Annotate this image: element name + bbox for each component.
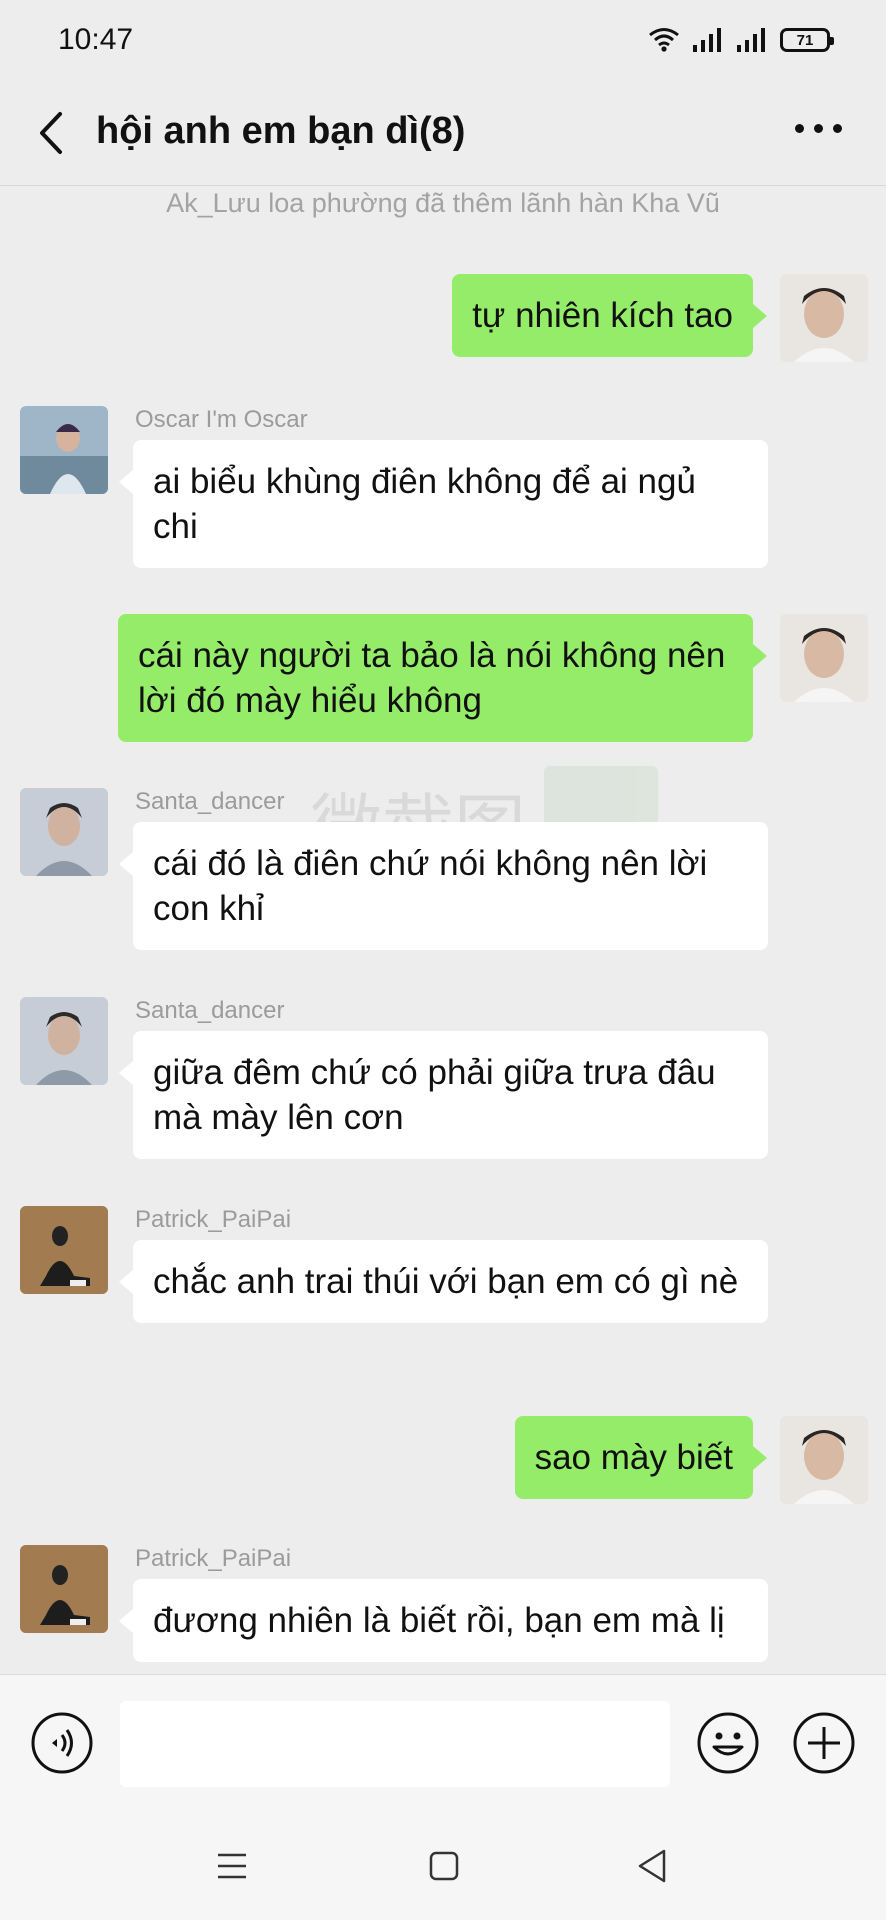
- emoji-icon[interactable]: [696, 1711, 760, 1775]
- wifi-icon: [649, 28, 679, 52]
- system-message: Ak_Lưu loa phường đã thêm lãnh hàn Kha V…: [166, 188, 720, 218]
- status-icons: 71: [648, 27, 834, 53]
- status-bar: 10:47 71: [0, 0, 886, 80]
- menu-icon[interactable]: [216, 1850, 248, 1882]
- battery-icon: 71: [780, 28, 834, 52]
- chat-area[interactable]: Ak_Lưu loa phường đã thêm lãnh hàn Kha V…: [0, 186, 886, 1674]
- voice-icon[interactable]: [30, 1711, 94, 1775]
- message-bubble[interactable]: chắc anh trai thúi với bạn em có gì nè: [119, 1240, 768, 1323]
- system-nav-bar: [0, 1814, 886, 1920]
- battery-level: 71: [796, 31, 814, 49]
- input-bar: [0, 1674, 886, 1814]
- message-bubble[interactable]: cái này người ta bảo là nói không nên lờ…: [118, 614, 767, 742]
- signal-icon: [737, 28, 765, 52]
- chevron-left-icon[interactable]: [36, 110, 66, 156]
- chat-header: hội anh em bạn dì(8): [0, 80, 886, 186]
- status-time: 10:47: [58, 23, 134, 56]
- avatar[interactable]: [780, 614, 868, 702]
- signal-icon: [693, 28, 721, 52]
- sender-name: Santa_dancer: [135, 788, 285, 815]
- message-bubble[interactable]: sao mày biết: [514, 1416, 768, 1499]
- message-bubble[interactable]: ai biểu khùng điên không để ai ngủ chi: [119, 440, 768, 568]
- message-bubble[interactable]: cái đó là điên chứ nói không nên lời con…: [119, 822, 768, 950]
- plus-icon[interactable]: [792, 1711, 856, 1775]
- avatar[interactable]: [780, 1416, 868, 1504]
- sender-name: Patrick_PaiPai: [135, 1545, 292, 1572]
- avatar[interactable]: [20, 997, 108, 1085]
- back-triangle-icon[interactable]: [636, 1848, 668, 1884]
- message-bubble[interactable]: giữa đêm chứ có phải giữa trưa đâu mà mà…: [119, 1031, 768, 1159]
- home-icon[interactable]: [428, 1850, 460, 1882]
- message-bubble[interactable]: tự nhiên kích tao: [452, 274, 767, 357]
- sender-name: Patrick_PaiPai: [135, 1206, 292, 1233]
- sender-name: Oscar I'm Oscar: [135, 406, 308, 433]
- avatar[interactable]: [20, 1206, 108, 1294]
- message-input[interactable]: [120, 1701, 670, 1787]
- avatar[interactable]: [20, 788, 108, 876]
- avatar[interactable]: [20, 406, 108, 494]
- sender-name: Santa_dancer: [135, 997, 285, 1024]
- message-bubble[interactable]: đương nhiên là biết rồi, bạn em mà lị: [119, 1579, 768, 1662]
- more-dots-icon[interactable]: [795, 124, 842, 133]
- avatar[interactable]: [20, 1545, 108, 1633]
- avatar[interactable]: [780, 274, 868, 362]
- chat-title: hội anh em bạn dì(8): [96, 110, 466, 152]
